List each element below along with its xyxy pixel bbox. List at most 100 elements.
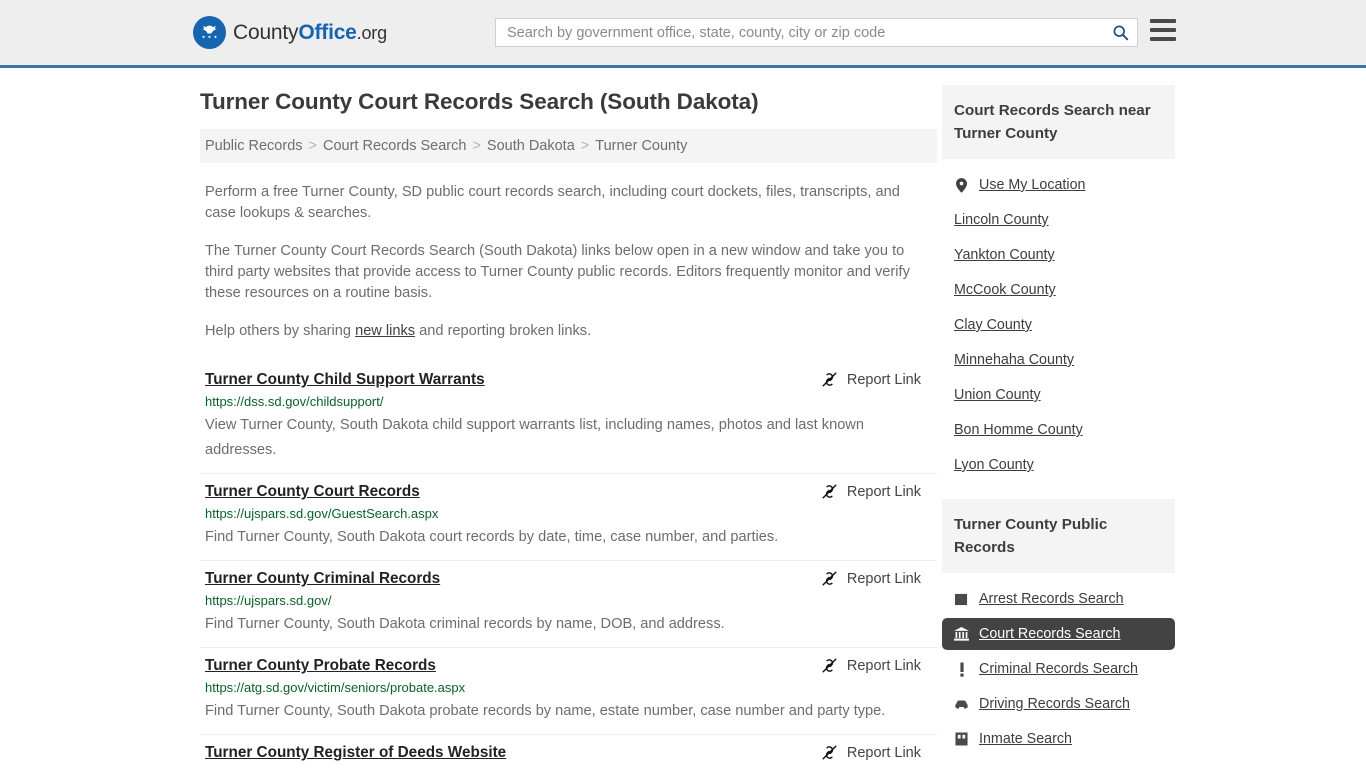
result-item: Turner County Child Support Warrants Rep… bbox=[200, 362, 937, 474]
sidebar-item-driving-records-search[interactable]: Driving Records Search bbox=[942, 688, 1175, 720]
report-link-label: Report Link bbox=[846, 657, 921, 674]
sidebar-item-use-my-location[interactable]: Use My Location bbox=[942, 169, 1175, 201]
sidebar-item-inmate-search[interactable]: Inmate Search bbox=[942, 723, 1175, 755]
result-header: Turner County Court Records Report Link bbox=[205, 481, 937, 503]
inmate-icon bbox=[954, 732, 969, 747]
search-icon bbox=[1113, 25, 1128, 41]
menu-bar-1 bbox=[1150, 19, 1176, 23]
broken-link-icon bbox=[822, 484, 837, 499]
report-link-button[interactable]: Report Link bbox=[821, 570, 937, 587]
intro-p3-before: Help others by sharing bbox=[205, 323, 356, 339]
search-bar bbox=[495, 18, 1138, 47]
sidebar-item-label: Yankton County bbox=[954, 247, 1055, 263]
result-url[interactable]: https://atg.sd.gov/victim/seniors/probat… bbox=[205, 679, 937, 697]
result-description: Find Turner County, South Dakota crimina… bbox=[205, 616, 725, 632]
result-item: Turner County Probate Records Report Lin… bbox=[200, 648, 937, 735]
report-link-label: Report Link bbox=[846, 371, 921, 388]
sidebar-item-arrest-records-search[interactable]: Arrest Records Search bbox=[942, 583, 1175, 615]
eagle-seal-icon bbox=[193, 16, 226, 49]
intro-section: Perform a free Turner County, SD public … bbox=[200, 182, 937, 342]
site-header: CountyOffice.org bbox=[0, 0, 1366, 68]
sidebar-item-union-county[interactable]: Union County bbox=[942, 379, 1175, 411]
result-url[interactable]: https://dss.sd.gov/childsupport/ bbox=[205, 393, 937, 411]
result-url[interactable]: https://ujspars.sd.gov/GuestSearch.aspx bbox=[205, 505, 937, 523]
nearby-panel-heading: Court Records Search near Turner County bbox=[942, 85, 1175, 159]
result-title-link[interactable]: Turner County Child Support Warrants bbox=[205, 369, 485, 391]
sidebar-item-label: Bon Homme County bbox=[954, 422, 1083, 438]
result-title-link[interactable]: Turner County Court Records bbox=[205, 481, 420, 503]
map-pin-icon bbox=[954, 177, 969, 193]
sidebar-item-lyon-county[interactable]: Lyon County bbox=[942, 449, 1175, 481]
report-link-label: Report Link bbox=[846, 483, 921, 500]
sidebar-item-criminal-records-search[interactable]: Criminal Records Search bbox=[942, 653, 1175, 685]
brand-word-office: Office bbox=[298, 20, 357, 44]
public-records-panel-heading: Turner County Public Records bbox=[942, 499, 1175, 573]
breadcrumb-item-court-records-search[interactable]: Court Records Search bbox=[323, 138, 466, 154]
result-description: Find Turner County, South Dakota court r… bbox=[205, 529, 779, 545]
broken-link-icon bbox=[822, 658, 837, 673]
sidebar-item-lincoln-county[interactable]: Lincoln County bbox=[942, 204, 1175, 236]
report-link-button[interactable]: Report Link bbox=[821, 657, 937, 674]
brand-logo-link[interactable]: CountyOffice.org bbox=[193, 16, 387, 49]
public-records-list: Arrest Records Search Court Records Sear… bbox=[942, 573, 1175, 755]
search-button[interactable] bbox=[1103, 19, 1137, 46]
report-link-label: Report Link bbox=[846, 744, 921, 761]
courthouse-icon bbox=[954, 627, 969, 642]
main-content: Turner County Court Records Search (Sout… bbox=[200, 68, 937, 768]
report-link-button[interactable]: Report Link bbox=[821, 371, 937, 388]
breadcrumb-item-public-records[interactable]: Public Records bbox=[205, 138, 303, 154]
sidebar-item-mccook-county[interactable]: McCook County bbox=[942, 274, 1175, 306]
menu-bar-2 bbox=[1150, 28, 1176, 32]
sidebar-item-label: Arrest Records Search bbox=[979, 591, 1124, 607]
sidebar-item-clay-county[interactable]: Clay County bbox=[942, 309, 1175, 341]
sidebar-item-bon-homme-county[interactable]: Bon Homme County bbox=[942, 414, 1175, 446]
intro-p3-after: and reporting broken links. bbox=[415, 323, 592, 339]
sidebar-item-label: Use My Location bbox=[979, 177, 1086, 193]
sidebar-item-yankton-county[interactable]: Yankton County bbox=[942, 239, 1175, 271]
result-item: Turner County Court Records Report Link … bbox=[200, 474, 937, 561]
result-description: View Turner County, South Dakota child s… bbox=[205, 417, 864, 458]
result-item: Turner County Register of Deeds Website … bbox=[200, 735, 937, 768]
page-body: Turner County Court Records Search (Sout… bbox=[0, 68, 1366, 768]
result-description: Find Turner County, South Dakota probate… bbox=[205, 703, 886, 719]
sidebar-panel-divider bbox=[942, 484, 1175, 499]
result-title-link[interactable]: Turner County Probate Records bbox=[205, 655, 436, 677]
sidebar-item-label: Driving Records Search bbox=[979, 696, 1130, 712]
breadcrumb: Public Records > Court Records Search > … bbox=[200, 129, 937, 163]
brand-wordmark: CountyOffice.org bbox=[233, 21, 387, 45]
sidebar-item-label: Criminal Records Search bbox=[979, 661, 1138, 677]
breadcrumb-item-south-dakota[interactable]: South Dakota bbox=[487, 138, 575, 154]
nearby-county-list: Use My Location Lincoln County Yankton C… bbox=[942, 159, 1175, 481]
breadcrumb-separator: > bbox=[580, 138, 590, 154]
sidebar-item-label: Inmate Search bbox=[979, 731, 1072, 747]
result-item: Turner County Criminal Records Report Li… bbox=[200, 561, 937, 648]
report-link-button[interactable]: Report Link bbox=[821, 483, 937, 500]
broken-link-icon bbox=[822, 571, 837, 586]
exclamation-icon bbox=[954, 662, 969, 677]
report-link-button[interactable]: Report Link bbox=[821, 744, 937, 761]
search-input[interactable] bbox=[496, 24, 1103, 41]
page-title: Turner County Court Records Search (Sout… bbox=[200, 89, 759, 114]
result-header: Turner County Child Support Warrants Rep… bbox=[205, 369, 937, 391]
sidebar-item-label: Lyon County bbox=[954, 457, 1034, 473]
breadcrumb-separator: > bbox=[308, 138, 317, 154]
report-link-label: Report Link bbox=[846, 570, 921, 587]
intro-paragraph-1: Perform a free Turner County, SD public … bbox=[205, 184, 900, 221]
hamburger-menu-icon[interactable] bbox=[1150, 19, 1176, 41]
sidebar-item-label: Minnehaha County bbox=[954, 352, 1075, 368]
broken-link-icon bbox=[822, 745, 837, 760]
result-title-link[interactable]: Turner County Register of Deeds Website bbox=[205, 742, 506, 764]
result-url[interactable]: https://ujspars.sd.gov/ bbox=[205, 592, 937, 610]
result-title-link[interactable]: Turner County Criminal Records bbox=[205, 568, 440, 590]
result-header: Turner County Register of Deeds Website … bbox=[205, 742, 937, 764]
new-links-link[interactable]: new links bbox=[355, 323, 415, 339]
sidebar-item-label: Lincoln County bbox=[954, 212, 1049, 228]
breadcrumb-item-turner-county[interactable]: Turner County bbox=[595, 138, 687, 154]
square-icon bbox=[954, 592, 969, 607]
sidebar-item-court-records-search[interactable]: Court Records Search bbox=[942, 618, 1175, 650]
sidebar-item-label: McCook County bbox=[954, 282, 1056, 298]
intro-paragraph-2: The Turner County Court Records Search (… bbox=[205, 243, 910, 301]
intro-paragraph-3: Help others by sharing new links and rep… bbox=[205, 321, 915, 342]
sidebar-item-minnehaha-county[interactable]: Minnehaha County bbox=[942, 344, 1175, 376]
sidebar-item-label: Court Records Search bbox=[979, 626, 1121, 642]
